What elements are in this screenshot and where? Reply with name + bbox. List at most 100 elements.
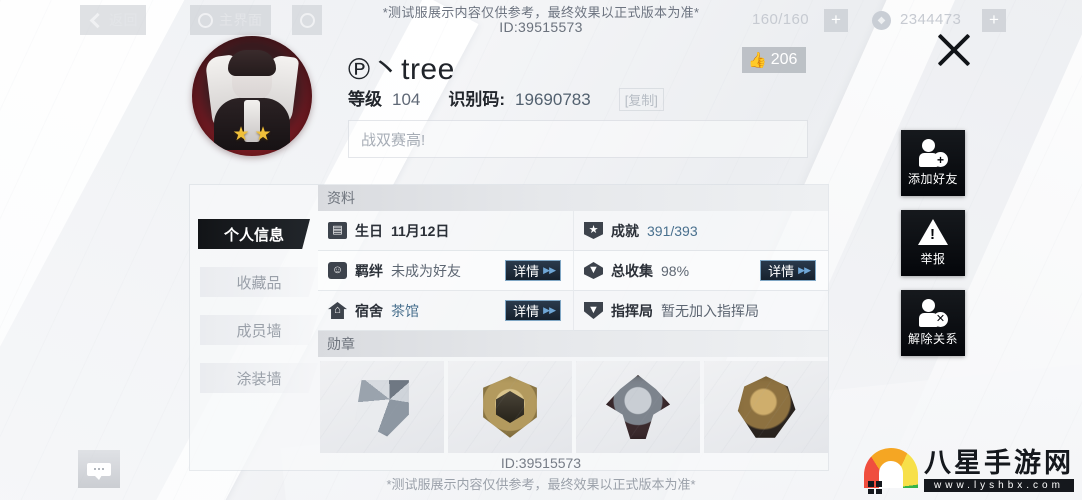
- medal-gold-icon: [737, 376, 796, 438]
- tab-label: 涂装墙: [236, 370, 282, 388]
- medal-gold-card[interactable]: [704, 361, 828, 453]
- collection-detail-button[interactable]: 详情 ▶▶: [760, 260, 816, 281]
- medal-list: [318, 357, 828, 453]
- medal-laurel-card[interactable]: [448, 361, 572, 453]
- drop-icon: ▼: [584, 262, 603, 279]
- copy-uid-button[interactable]: [复制]: [618, 88, 664, 111]
- info-value: 98%: [661, 262, 690, 279]
- info-label: 成就: [611, 222, 639, 239]
- info-label: 羁绊: [355, 262, 383, 279]
- watermark-brand: 八星手游网: [924, 448, 1074, 479]
- action-label: 添加好友: [907, 172, 958, 186]
- top-bar: 返回 主界面 *测试服展示内容仅供参考，最终效果以正式版本为准* ID:3951…: [0, 0, 1082, 40]
- info-label: 生日: [355, 222, 383, 239]
- section-header-profile: 资料: [318, 185, 828, 211]
- close-icon[interactable]: [932, 28, 976, 72]
- home-icon: ⌂: [328, 302, 347, 319]
- medal-laurel-icon: [483, 376, 537, 438]
- remove-relation-button[interactable]: ✕ 解除关系: [901, 290, 965, 356]
- avatar-fringe: [228, 50, 276, 76]
- signature-text: 战双赛高!: [361, 131, 426, 149]
- detail-label: 详情: [513, 304, 540, 319]
- table-row: ☺ 羁绊 未成为好友 详情 ▶▶ ▼ 总收集 98% 详情 ▶▶: [318, 251, 828, 291]
- action-label: 解除关系: [907, 332, 958, 346]
- thumbs-up-icon: 👍: [748, 52, 767, 69]
- flag-icon: ★: [584, 222, 603, 239]
- report-warning-icon: [918, 219, 948, 247]
- star-icon: ★: [232, 124, 250, 145]
- player-stats-row: 等级 104 识别码: 19690783 [复制]: [348, 85, 664, 111]
- info-label: 总收集: [611, 262, 653, 279]
- medal-wings-icon: [355, 380, 409, 437]
- avatar[interactable]: ★ ★: [192, 36, 312, 156]
- table-row: ⌂ 宿舍 茶馆 详情 ▶▶ ▼ 指挥局 暂无加入指挥局: [318, 291, 828, 331]
- game-profile-screen: 返回 主界面 *测试服展示内容仅供参考，最终效果以正式版本为准* ID:3951…: [0, 0, 1082, 500]
- add-friend-icon: +: [918, 139, 948, 167]
- info-cell-dorm: ⌂ 宿舍 茶馆 详情 ▶▶: [318, 291, 573, 331]
- site-watermark: 八星手游网 www.lyshbx.com: [864, 448, 1074, 494]
- level-value: 104: [392, 90, 421, 109]
- shield-icon: ▼: [584, 302, 603, 319]
- like-count: 206: [770, 51, 798, 68]
- info-value: 391/393: [647, 222, 698, 239]
- info-value: 暂无加入指挥局: [661, 302, 759, 319]
- add-friend-button[interactable]: + 添加好友: [901, 130, 965, 196]
- signature-field[interactable]: 战双赛高!: [348, 120, 808, 158]
- level-label: 等级: [348, 90, 382, 109]
- sidebar-item-personal-info[interactable]: 个人信息: [198, 219, 310, 249]
- stamina-add-button[interactable]: +: [824, 9, 848, 32]
- double-arrow-icon: ▶▶: [543, 305, 556, 315]
- tab-label: 个人信息: [223, 226, 284, 244]
- detail-label: 详情: [513, 264, 540, 279]
- currency-add-button[interactable]: +: [982, 9, 1006, 32]
- face-icon: ☺: [328, 262, 347, 279]
- bond-detail-button[interactable]: 详情 ▶▶: [505, 260, 561, 281]
- watermark-url: www.lyshbx.com: [924, 479, 1074, 492]
- info-grid: ▤ 生日 11月12日 ★ 成就 391/393 ☺ 羁绊 未成为好友 详情 ▶…: [318, 211, 828, 331]
- section-header-medals: 勋章: [318, 331, 828, 357]
- uid-label: 识别码:: [448, 90, 506, 109]
- medal-wings-card[interactable]: [320, 361, 444, 453]
- avatar-star-rating: ★ ★: [192, 125, 312, 144]
- info-value: 未成为好友: [391, 262, 461, 279]
- remove-relation-icon: ✕: [918, 299, 948, 327]
- currency-value: 2344473: [900, 11, 962, 28]
- report-button[interactable]: 举报: [901, 210, 965, 276]
- like-badge[interactable]: 👍 206: [742, 47, 807, 73]
- uid-value: 19690783: [515, 90, 591, 109]
- star-icon: ★: [254, 124, 272, 145]
- rainbow-arch-logo-icon: [864, 448, 918, 494]
- sidebar-item-member-wall[interactable]: 成员墙: [200, 315, 318, 345]
- profile-panel: 个人信息 收藏品 成员墙 涂装墙 资料 ▤ 生日 11月12日 ★ 成就 391…: [190, 185, 828, 470]
- info-label: 宿舍: [355, 302, 383, 319]
- watermark-text: 八星手游网 www.lyshbx.com: [924, 450, 1074, 492]
- panel-content: 资料 ▤ 生日 11月12日 ★ 成就 391/393 ☺ 羁绊 未成为好友 详…: [318, 185, 828, 470]
- action-button-group: + 添加好友 举报 ✕ 解除关系: [901, 130, 965, 370]
- sidebar-item-paint-wall[interactable]: 涂装墙: [200, 363, 318, 393]
- action-label: 举报: [920, 252, 946, 266]
- table-row: ▤ 生日 11月12日 ★ 成就 391/393: [318, 211, 828, 251]
- cake-icon: ▤: [328, 222, 347, 239]
- info-label: 指挥局: [611, 302, 653, 319]
- info-cell-achievement: ★ 成就 391/393: [573, 211, 828, 251]
- tab-label: 成员墙: [236, 322, 282, 340]
- info-value: 11月12日: [391, 222, 450, 239]
- double-arrow-icon: ▶▶: [543, 265, 556, 275]
- tab-label: 收藏品: [236, 274, 282, 292]
- info-value: 茶馆: [391, 302, 419, 319]
- page-title: ℗丶tree: [348, 53, 455, 86]
- sidebar-item-collections[interactable]: 收藏品: [200, 267, 318, 297]
- tab-list: 个人信息 收藏品 成员墙 涂装墙: [190, 185, 318, 470]
- dorm-detail-button[interactable]: 详情 ▶▶: [505, 300, 561, 321]
- medal-helm-card[interactable]: [576, 361, 700, 453]
- info-cell-birthday: ▤ 生日 11月12日: [318, 211, 573, 251]
- avatar-frame: ★ ★: [192, 36, 312, 156]
- currency-icon: ◆: [872, 11, 891, 30]
- info-cell-collection: ▼ 总收集 98% 详情 ▶▶: [573, 251, 828, 291]
- detail-label: 详情: [768, 264, 795, 279]
- stamina-value: 160/160: [752, 11, 810, 28]
- medal-helm-icon: [606, 375, 670, 439]
- double-arrow-icon: ▶▶: [798, 265, 811, 275]
- info-cell-bond: ☺ 羁绊 未成为好友 详情 ▶▶: [318, 251, 573, 291]
- info-cell-command: ▼ 指挥局 暂无加入指挥局: [573, 291, 828, 331]
